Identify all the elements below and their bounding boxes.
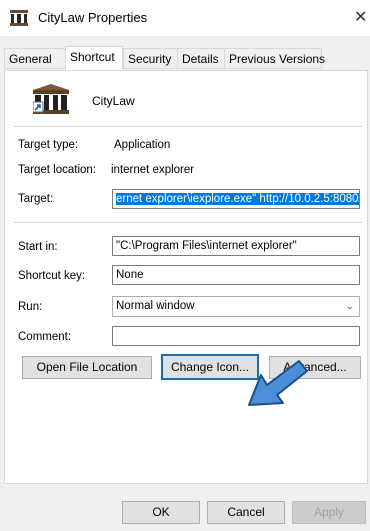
target-type-value: Application xyxy=(114,139,171,151)
run-label: Run: xyxy=(18,301,43,313)
run-dropdown[interactable]: Normal window ⌄ xyxy=(112,296,360,317)
shortcut-key-label: Shortcut key: xyxy=(18,270,86,282)
ok-button[interactable]: OK xyxy=(122,501,200,524)
app-name: CityLaw xyxy=(92,94,135,108)
window-title: CityLaw Properties xyxy=(38,10,148,25)
tab-previous-versions[interactable]: Previous Versions xyxy=(224,48,325,69)
target-location-value: internet explorer xyxy=(111,164,195,176)
tab-details[interactable]: Details xyxy=(177,48,225,69)
change-icon-button[interactable]: Change Icon... xyxy=(161,354,259,380)
title-bar: CityLaw Properties ✕ xyxy=(0,0,370,36)
close-icon[interactable]: ✕ xyxy=(354,7,367,27)
start-in-label: Start in: xyxy=(18,241,58,253)
target-field[interactable]: ernet explorer\iexplore.exe" http://10.0… xyxy=(112,189,360,209)
run-dropdown-value: Normal window xyxy=(116,300,195,312)
pointer-arrow-icon xyxy=(248,360,308,406)
start-in-field[interactable]: "C:\Program Files\internet explorer" xyxy=(112,236,360,256)
open-file-location-button[interactable]: Open File Location xyxy=(22,356,152,379)
chevron-down-icon: ⌄ xyxy=(345,301,354,312)
apply-button[interactable]: Apply xyxy=(292,501,366,524)
building-icon xyxy=(10,10,28,26)
tab-general[interactable]: General xyxy=(4,48,66,69)
comment-label: Comment: xyxy=(18,331,72,343)
divider xyxy=(14,222,362,223)
target-field-text: ernet explorer\iexplore.exe" http://10.0… xyxy=(116,193,360,205)
target-label: Target: xyxy=(18,193,54,205)
comment-field[interactable] xyxy=(112,326,360,346)
target-type-label: Target type: xyxy=(18,139,79,151)
shortcut-key-field[interactable]: None xyxy=(112,265,360,285)
tab-security[interactable]: Security xyxy=(123,48,178,69)
target-location-label: Target location: xyxy=(18,164,96,176)
building-icon xyxy=(33,84,69,114)
tab-shortcut[interactable]: Shortcut xyxy=(65,46,123,70)
properties-dialog: CityLaw Properties ✕ General Shortcut Se… xyxy=(0,0,370,531)
cancel-button[interactable]: Cancel xyxy=(207,501,285,524)
divider xyxy=(14,126,362,127)
